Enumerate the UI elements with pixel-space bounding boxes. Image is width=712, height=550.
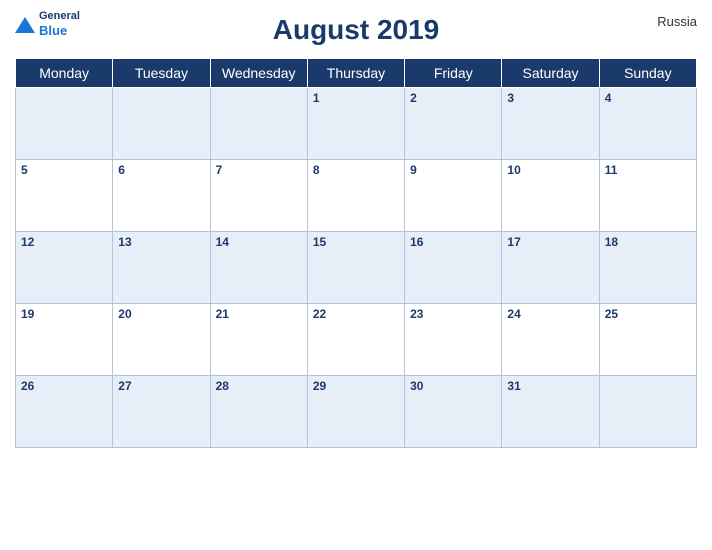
calendar-cell: 17 (502, 232, 599, 304)
calendar-cell: 7 (210, 160, 307, 232)
day-number: 9 (410, 163, 417, 177)
calendar-cell: 10 (502, 160, 599, 232)
day-number: 26 (21, 379, 34, 393)
calendar-body: 1234567891011121314151617181920212223242… (16, 88, 697, 448)
calendar-cell: 26 (16, 376, 113, 448)
weekday-monday: Monday (16, 59, 113, 88)
calendar-grid: Monday Tuesday Wednesday Thursday Friday… (15, 58, 697, 448)
day-number: 31 (507, 379, 520, 393)
calendar-cell: 18 (599, 232, 696, 304)
day-number: 17 (507, 235, 520, 249)
calendar-cell: 27 (113, 376, 210, 448)
calendar-cell: 16 (405, 232, 502, 304)
calendar-cell (16, 88, 113, 160)
day-number: 1 (313, 91, 320, 105)
calendar-cell: 9 (405, 160, 502, 232)
calendar-cell (113, 88, 210, 160)
day-number: 23 (410, 307, 423, 321)
calendar-cell: 4 (599, 88, 696, 160)
calendar-cell: 28 (210, 376, 307, 448)
calendar-cell: 8 (307, 160, 404, 232)
day-number: 13 (118, 235, 131, 249)
day-number: 28 (216, 379, 229, 393)
day-number: 12 (21, 235, 34, 249)
calendar-cell: 12 (16, 232, 113, 304)
day-number: 10 (507, 163, 520, 177)
weekday-friday: Friday (405, 59, 502, 88)
calendar-cell: 20 (113, 304, 210, 376)
day-number: 27 (118, 379, 131, 393)
calendar-cell: 1 (307, 88, 404, 160)
weekday-wednesday: Wednesday (210, 59, 307, 88)
day-number: 24 (507, 307, 520, 321)
day-number: 21 (216, 307, 229, 321)
day-number: 25 (605, 307, 618, 321)
calendar-cell: 22 (307, 304, 404, 376)
day-number: 18 (605, 235, 618, 249)
day-number: 7 (216, 163, 223, 177)
calendar-cell: 31 (502, 376, 599, 448)
calendar-cell (210, 88, 307, 160)
day-number: 29 (313, 379, 326, 393)
calendar-cell: 13 (113, 232, 210, 304)
brand-general-text: General (39, 10, 80, 23)
calendar-cell: 30 (405, 376, 502, 448)
day-number: 15 (313, 235, 326, 249)
brand-text: General Blue (39, 10, 80, 39)
day-number: 16 (410, 235, 423, 249)
calendar-cell: 3 (502, 88, 599, 160)
day-number: 5 (21, 163, 28, 177)
brand-blue-text: Blue (39, 23, 80, 39)
calendar-cell: 14 (210, 232, 307, 304)
day-number: 8 (313, 163, 320, 177)
calendar-cell: 6 (113, 160, 210, 232)
calendar-cell: 29 (307, 376, 404, 448)
calendar-cell (599, 376, 696, 448)
calendar-cell: 15 (307, 232, 404, 304)
day-number: 3 (507, 91, 514, 105)
brand-triangle-icon (15, 17, 35, 33)
calendar-cell: 5 (16, 160, 113, 232)
calendar-cell: 21 (210, 304, 307, 376)
day-number: 2 (410, 91, 417, 105)
calendar-cell: 24 (502, 304, 599, 376)
brand-logo: General Blue (15, 10, 80, 39)
weekday-sunday: Sunday (599, 59, 696, 88)
calendar-cell: 2 (405, 88, 502, 160)
day-number: 6 (118, 163, 125, 177)
day-number: 22 (313, 307, 326, 321)
day-number: 19 (21, 307, 34, 321)
weekday-thursday: Thursday (307, 59, 404, 88)
day-number: 4 (605, 91, 612, 105)
calendar-cell: 23 (405, 304, 502, 376)
calendar-cell: 19 (16, 304, 113, 376)
day-number: 14 (216, 235, 229, 249)
calendar-header: General Blue August 2019 Russia (15, 10, 697, 50)
calendar-cell: 25 (599, 304, 696, 376)
weekday-saturday: Saturday (502, 59, 599, 88)
calendar-container: General Blue August 2019 Russia Monday T… (0, 0, 712, 550)
calendar-cell: 11 (599, 160, 696, 232)
day-number: 11 (605, 163, 618, 177)
day-number: 30 (410, 379, 423, 393)
calendar-title: August 2019 (273, 14, 440, 46)
country-label: Russia (657, 14, 697, 29)
calendar-header-row: Monday Tuesday Wednesday Thursday Friday… (16, 59, 697, 88)
day-number: 20 (118, 307, 131, 321)
weekday-tuesday: Tuesday (113, 59, 210, 88)
